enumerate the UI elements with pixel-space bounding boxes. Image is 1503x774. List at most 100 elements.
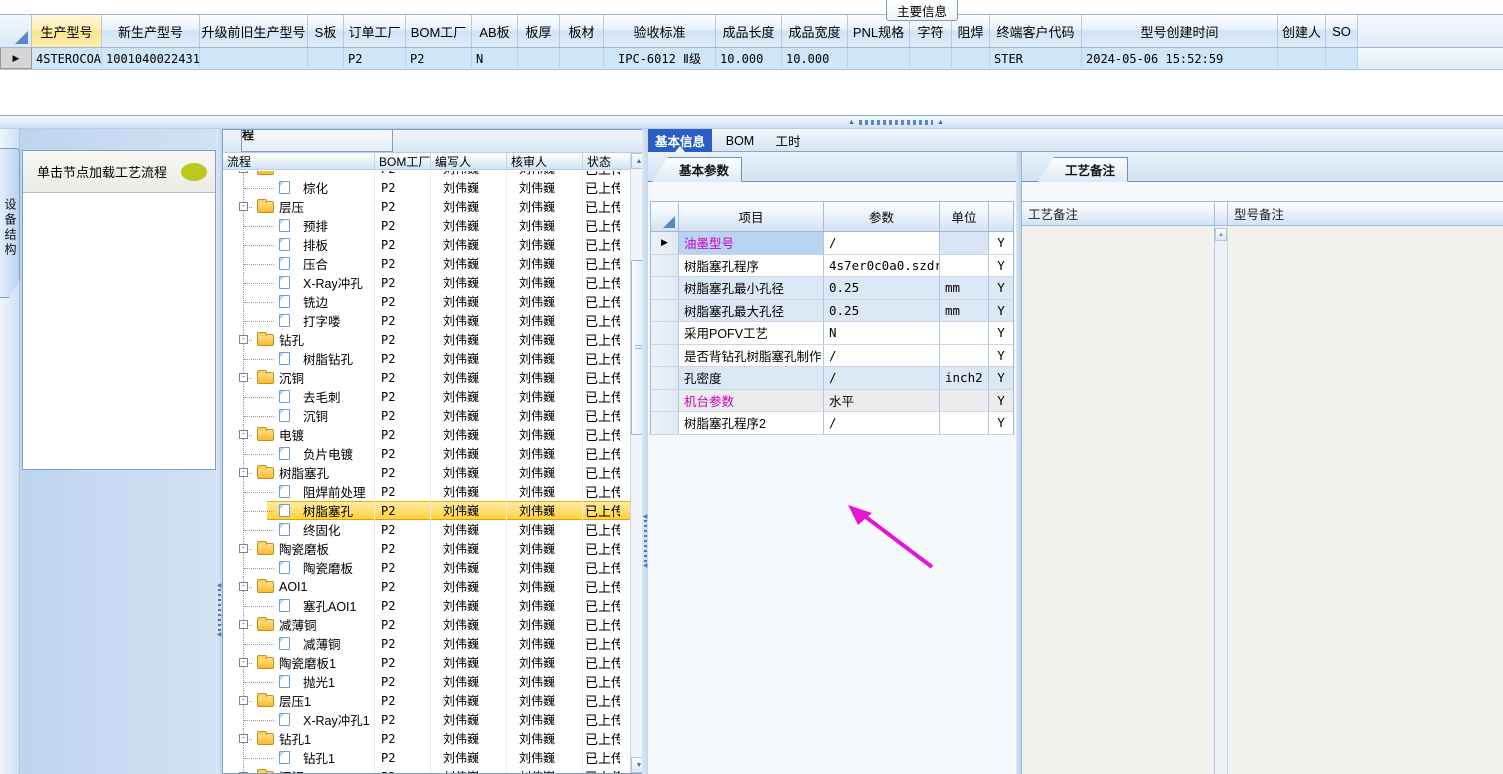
subtab-basic-params[interactable]: 基本参数 bbox=[652, 157, 743, 182]
record-cell[interactable]: IPC-6012 Ⅱ级 bbox=[604, 48, 716, 69]
param-item-cell[interactable]: 是否背钻孔树脂塞孔制作 bbox=[679, 344, 824, 366]
col-header-bom-factory[interactable]: BOM工厂 bbox=[375, 153, 431, 169]
param-value-cell[interactable]: / bbox=[824, 367, 940, 389]
tree-row[interactable]: - AOI1 P2 刘伟巍 刘伟巍 已上传 bbox=[223, 577, 630, 596]
tree-collapse-icon[interactable]: - bbox=[239, 620, 248, 629]
tab-work-hours[interactable]: 工时 bbox=[766, 129, 810, 152]
param-value-cell[interactable]: / bbox=[824, 232, 940, 254]
record-cell[interactable] bbox=[848, 48, 910, 69]
tree-node-cell[interactable]: - 终固化 bbox=[223, 520, 375, 539]
select-all-cell[interactable] bbox=[0, 15, 32, 47]
tree-row[interactable]: - 排板 P2 刘伟巍 刘伟巍 已上传 bbox=[223, 235, 630, 254]
tab-bom[interactable]: BOM bbox=[718, 129, 762, 152]
param-value-cell[interactable]: N bbox=[824, 322, 940, 344]
tree-row[interactable]: - 钻孔 P2 刘伟巍 刘伟巍 已上传 bbox=[223, 330, 630, 349]
tree-row[interactable]: - 树脂钻孔 P2 刘伟巍 刘伟巍 已上传 bbox=[223, 349, 630, 368]
parameter-row[interactable]: 孔密度 / inch2 Y bbox=[651, 367, 1013, 390]
record-column-header[interactable]: 型号创建时间 bbox=[1082, 15, 1278, 47]
tree-collapse-icon[interactable]: - bbox=[239, 544, 248, 553]
parameter-row[interactable]: 机台参数 水平 Y bbox=[651, 389, 1013, 412]
record-cell[interactable] bbox=[518, 48, 560, 69]
tree-row[interactable]: - 去毛刺 P2 刘伟巍 刘伟巍 已上传 bbox=[223, 387, 630, 406]
tree-node-cell[interactable]: - 减薄铜 bbox=[223, 615, 375, 634]
row-selector-cell[interactable]: ▶ bbox=[0, 48, 32, 69]
subtab-process-remark[interactable]: 工艺备注 bbox=[1038, 157, 1129, 182]
tree-node-cell[interactable]: - 沉铜 bbox=[223, 406, 375, 425]
col-header-item[interactable]: 项目 bbox=[679, 202, 824, 231]
record-cell[interactable]: 4STEROCOAO bbox=[32, 48, 102, 69]
row-selector-cell[interactable] bbox=[651, 412, 679, 434]
tree-node-cell[interactable]: - 钻孔1 bbox=[223, 748, 375, 767]
record-grid-data-row[interactable]: ▶ 4STEROCOAO 10010400224316 P2 P2 N IPC-6012 … bbox=[0, 48, 1503, 70]
tree-row[interactable]: - 铣边 P2 刘伟巍 刘伟巍 已上传 bbox=[223, 292, 630, 311]
record-column-header[interactable]: 板厚 bbox=[518, 15, 560, 47]
record-column-header[interactable]: 终端客户代码 bbox=[990, 15, 1082, 47]
param-unit-cell[interactable] bbox=[940, 254, 989, 276]
tree-node-cell[interactable]: - 去毛刺 bbox=[223, 387, 375, 406]
tree-node-cell[interactable]: - AOI1 bbox=[223, 577, 375, 596]
tree-row[interactable]: - 抛光1 P2 刘伟巍 刘伟巍 已上传 bbox=[223, 672, 630, 691]
param-item-cell[interactable]: 树脂塞孔程序2 bbox=[679, 412, 824, 434]
tree-row[interactable]: - 负片电镀 P2 刘伟巍 刘伟巍 已上传 bbox=[223, 444, 630, 463]
param-value-cell[interactable]: 0.25 bbox=[824, 277, 940, 299]
param-unit-cell[interactable] bbox=[940, 232, 989, 254]
param-item-cell[interactable]: 油墨型号 bbox=[679, 232, 824, 254]
param-item-cell[interactable]: 采用POFV工艺 bbox=[679, 322, 824, 344]
process-remark-textarea[interactable] bbox=[1022, 226, 1215, 774]
param-unit-cell[interactable] bbox=[940, 412, 989, 434]
record-column-header[interactable]: 订单工厂 bbox=[344, 15, 406, 47]
model-remark-textarea[interactable] bbox=[1228, 226, 1503, 774]
record-column-header[interactable]: 成品宽度 bbox=[782, 15, 848, 47]
record-cell[interactable] bbox=[560, 48, 604, 69]
param-value-cell[interactable]: 水平 bbox=[824, 389, 940, 411]
scroll-up-button[interactable]: ▲ bbox=[1215, 228, 1227, 241]
tree-node-cell[interactable]: - 陶瓷磨板 bbox=[223, 558, 375, 577]
record-column-header[interactable]: 阻焊 bbox=[952, 15, 990, 47]
tree-row[interactable]: - 棕化 P2 刘伟巍 刘伟巍 已上传 bbox=[223, 178, 630, 197]
tree-node-cell[interactable]: - 棕化 bbox=[223, 178, 375, 197]
parameter-row[interactable]: 树脂塞孔程序2 / Y bbox=[651, 412, 1013, 435]
tree-collapse-icon[interactable]: - bbox=[239, 202, 248, 211]
record-column-header[interactable]: 验收标准 bbox=[604, 15, 716, 47]
tree-node-cell[interactable]: - 排板 bbox=[223, 235, 375, 254]
tab-main-info[interactable]: 主要信息 bbox=[886, 0, 958, 21]
record-cell[interactable] bbox=[910, 48, 952, 69]
collapsed-splitter-handle[interactable]: ▲ ▲ bbox=[848, 118, 944, 127]
col-header-flow[interactable]: 流程 bbox=[223, 153, 375, 169]
tree-node-cell[interactable]: - 减薄铜 bbox=[223, 634, 375, 653]
tree-node-cell[interactable]: - 预排 bbox=[223, 216, 375, 235]
tree-node-cell[interactable]: - 塞孔AOI1 bbox=[223, 596, 375, 615]
record-column-header[interactable]: AB板 bbox=[472, 15, 518, 47]
tree-row[interactable]: - 终固化 P2 刘伟巍 刘伟巍 已上传 bbox=[223, 520, 630, 539]
record-cell[interactable]: 10.000 bbox=[782, 48, 848, 69]
param-value-cell[interactable]: / bbox=[824, 344, 940, 366]
param-value-cell[interactable]: 4s7er0c0a0.szdrl bbox=[824, 254, 940, 276]
record-cell[interactable]: P2 bbox=[406, 48, 472, 69]
parameter-row[interactable]: 采用POFV工艺 N Y bbox=[651, 322, 1013, 345]
tree-node-cell[interactable]: - 陶瓷磨板 bbox=[223, 539, 375, 558]
tree-node-cell[interactable]: - 沉铜1 bbox=[223, 767, 375, 773]
tree-row[interactable]: - 减薄铜 P2 刘伟巍 刘伟巍 已上传 bbox=[223, 634, 630, 653]
tree-row[interactable]: - X-Ray冲孔1 P2 刘伟巍 刘伟巍 已上传 bbox=[223, 710, 630, 729]
param-value-cell[interactable]: / bbox=[824, 412, 940, 434]
row-selector-cell[interactable] bbox=[651, 367, 679, 389]
record-column-header[interactable]: S板 bbox=[308, 15, 344, 47]
record-cell[interactable]: STER bbox=[990, 48, 1082, 69]
tree-collapse-icon[interactable]: - bbox=[239, 658, 248, 667]
col-header-value[interactable]: 参数 bbox=[824, 202, 940, 231]
record-cell[interactable]: 2024-05-06 15:52:59 bbox=[1082, 48, 1278, 69]
tree-collapse-icon[interactable]: - bbox=[239, 582, 248, 591]
record-column-header[interactable]: 成品长度 bbox=[716, 15, 782, 47]
record-cell[interactable]: P2 bbox=[344, 48, 406, 69]
col-header-unit[interactable]: 单位 bbox=[940, 202, 989, 231]
row-selector-cell[interactable] bbox=[651, 277, 679, 299]
row-selector-cell[interactable] bbox=[651, 344, 679, 366]
process-flow-title-tab[interactable]: 【4STEROCOAO】工艺流程 bbox=[241, 130, 393, 152]
record-cell[interactable] bbox=[1326, 48, 1358, 69]
param-unit-cell[interactable] bbox=[940, 344, 989, 366]
tree-row[interactable]: - 减薄铜 P2 刘伟巍 刘伟巍 已上传 bbox=[223, 615, 630, 634]
tree-node-cell[interactable]: - 树脂塞孔 bbox=[223, 501, 375, 520]
record-column-header[interactable]: BOM工厂 bbox=[406, 15, 472, 47]
tree-node-cell[interactable]: - 树脂塞孔 bbox=[223, 463, 375, 482]
tree-node-cell[interactable]: - 压合 bbox=[223, 254, 375, 273]
